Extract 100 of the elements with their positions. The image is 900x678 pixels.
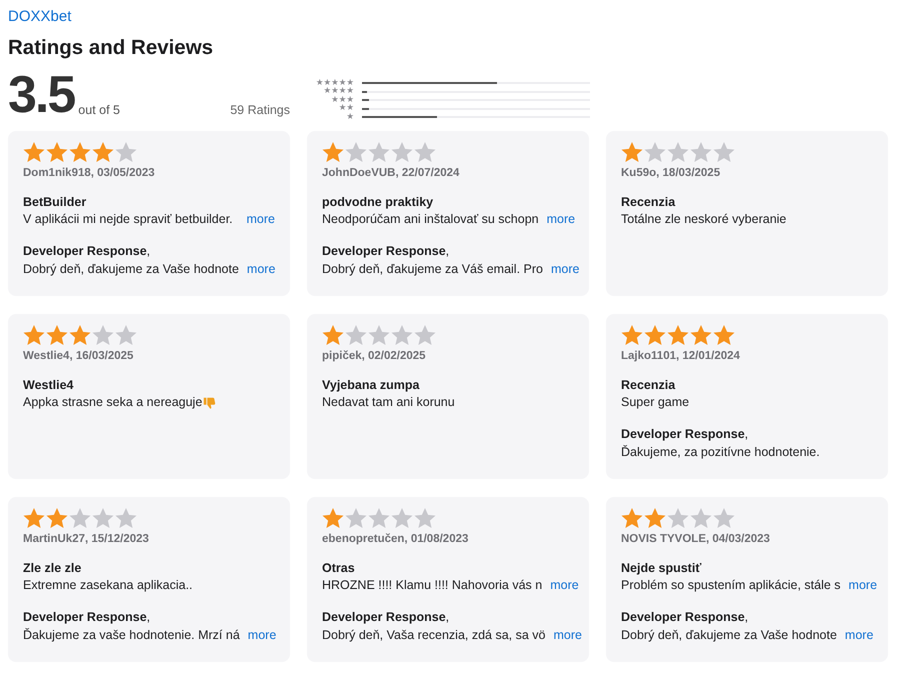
review-text: Super game xyxy=(621,395,690,411)
review-title: podvodne praktiky xyxy=(322,194,434,210)
star-icon xyxy=(621,324,643,346)
star-icon xyxy=(92,141,114,164)
star-rating-label: ★★★★★ xyxy=(316,78,354,88)
review-byline: Dom1nik918, 03/05/2023 xyxy=(23,166,156,181)
star-icon xyxy=(322,141,344,164)
app-link[interactable]: DOXXbet xyxy=(8,6,72,28)
star-icon xyxy=(644,324,666,346)
response-label: Developer Response, xyxy=(322,244,450,260)
star-icon xyxy=(391,324,413,346)
star-icon xyxy=(115,324,137,346)
star-icon xyxy=(414,141,436,164)
star-icon xyxy=(69,141,91,164)
response-text: Dobrý deň, ďakujeme za Vaše hodnote xyxy=(23,262,239,278)
review-byline: JohnDoeVUB, 22/07/2024 xyxy=(322,166,460,181)
response-text: Ďakujeme za vaše hodnotenie. Mrzí ná xyxy=(23,628,240,644)
review-text: Nedavat tam ani korunu xyxy=(322,395,455,411)
star-icon xyxy=(23,324,45,346)
more-link[interactable]: more xyxy=(844,628,874,644)
star-icon xyxy=(345,141,367,164)
star-icon xyxy=(667,507,689,530)
section-heading: Ratings and Reviews xyxy=(8,34,214,60)
star-rating-label: ★★★★ xyxy=(324,87,354,96)
star-icon xyxy=(414,507,436,530)
more-link[interactable]: more xyxy=(248,628,276,644)
review-byline: NOVIS TYVOLE, 04/03/2023 xyxy=(621,532,771,547)
more-link[interactable]: more xyxy=(848,578,878,594)
more-link[interactable]: more xyxy=(246,212,275,228)
star-icon xyxy=(644,141,666,164)
star-icon xyxy=(414,324,436,346)
review-title: Vyjebana zumpa xyxy=(322,378,420,394)
review-text: HROZNE !!!! Klamu !!!! Nahovoria vás n xyxy=(322,578,542,594)
star-icon xyxy=(115,507,137,530)
review-text: Appka strasne seka a nereaguje xyxy=(23,395,202,411)
average-rating: 3.5 xyxy=(8,69,74,122)
rating-count: 59 Ratings xyxy=(230,102,290,119)
review-title: Recenzia xyxy=(621,378,676,394)
star-icon xyxy=(644,507,666,530)
star-icon xyxy=(69,324,91,346)
star-icon xyxy=(713,507,735,530)
star-icon xyxy=(46,324,68,346)
star-rating-label: ★ xyxy=(346,112,354,122)
out-of-label: out of 5 xyxy=(78,102,120,118)
more-link[interactable]: more xyxy=(246,262,276,278)
review-text: Totálne zle neskoré vyberanie xyxy=(621,212,786,228)
review-title: Nejde spustiť xyxy=(621,560,702,576)
star-icon xyxy=(621,141,643,164)
star-icon xyxy=(322,507,344,530)
star-icon xyxy=(690,141,712,164)
star-icon xyxy=(92,324,114,346)
response-text: Ďakujeme, za pozitívne hodnotenie. xyxy=(621,444,820,460)
star-icon xyxy=(621,507,643,530)
star-icon xyxy=(667,141,689,164)
star-icon xyxy=(391,507,413,530)
review-title: Westlie4 xyxy=(23,378,74,394)
review-text: Problém so spustením aplikácie, stále s xyxy=(621,578,841,594)
star-icon xyxy=(368,324,390,346)
star-icon xyxy=(690,324,712,346)
star-rating-label: ★★★ xyxy=(331,96,354,104)
star-icon xyxy=(345,507,367,530)
star-icon xyxy=(368,507,390,530)
response-text: Dobrý deň, ďakujeme za Váš email. Pro xyxy=(322,262,543,278)
star-icon xyxy=(391,141,413,164)
star-icon xyxy=(713,141,735,164)
review-title: Recenzia xyxy=(621,194,676,210)
star-icon xyxy=(322,324,344,346)
star-icon xyxy=(46,507,68,530)
more-link[interactable]: more xyxy=(550,262,580,278)
review-byline: Ku59o, 18/03/2025 xyxy=(621,166,722,181)
more-link[interactable]: more xyxy=(554,628,582,644)
response-label: Developer Response, xyxy=(23,244,150,260)
star-icon xyxy=(69,507,91,530)
review-byline: pipiček, 02/02/2025 xyxy=(322,349,427,364)
star-icon xyxy=(713,324,735,346)
review-text: V aplikácii mi nejde spraviť betbuilder. xyxy=(23,212,233,228)
review-title: Otras xyxy=(322,560,356,576)
response-text: Dobrý deň, Vaša recenzia, zdá sa, sa vö xyxy=(322,628,546,644)
response-label: Developer Response, xyxy=(621,426,748,442)
review-byline: Lajko1101, 12/01/2024 xyxy=(621,349,741,364)
star-icon xyxy=(115,141,137,164)
review-byline: ebenopretučen, 01/08/2023 xyxy=(322,532,470,547)
review-text: Extremne zasekana aplikacia.. xyxy=(23,578,193,594)
more-link[interactable]: more xyxy=(550,578,579,594)
star-icon xyxy=(92,507,114,530)
response-text: Dobrý deň, ďakujeme za Vaše hodnote xyxy=(621,628,837,644)
star-icon xyxy=(345,324,367,346)
more-link[interactable]: more xyxy=(546,212,576,228)
review-byline: MartinUk27, 15/12/2023 xyxy=(23,532,150,547)
review-title: BetBuilder xyxy=(23,194,88,210)
response-label: Developer Response, xyxy=(621,610,748,626)
star-rating-label: ★★ xyxy=(338,104,354,113)
star-icon xyxy=(46,141,68,164)
star-icon xyxy=(690,507,712,530)
review-title: Zle zle zle xyxy=(23,560,82,576)
review-text: Neodporúčam ani inštalovať su schopn xyxy=(322,212,539,228)
response-label: Developer Response, xyxy=(23,610,150,626)
review-byline: Westlie4, 16/03/2025 xyxy=(23,349,134,364)
star-icon xyxy=(23,507,45,530)
response-label: Developer Response, xyxy=(322,610,450,626)
